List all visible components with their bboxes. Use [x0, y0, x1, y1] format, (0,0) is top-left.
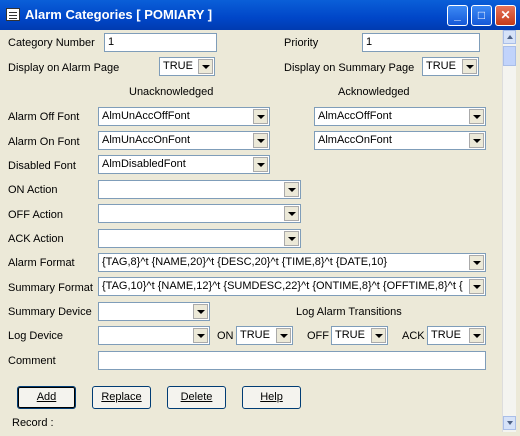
display-alarm-page-label: Display on Alarm Page — [8, 62, 120, 74]
scroll-up-icon[interactable] — [503, 30, 516, 44]
unacknowledged-header: Unacknowledged — [129, 86, 214, 98]
app-icon — [6, 8, 20, 21]
help-button[interactable]: Help — [242, 386, 301, 409]
log-device-select[interactable] — [98, 326, 210, 345]
chevron-down-icon[interactable] — [198, 59, 213, 74]
chevron-down-icon[interactable] — [371, 328, 386, 343]
chevron-down-icon[interactable] — [253, 133, 268, 148]
log-device-label: Log Device — [8, 330, 64, 342]
alarm-off-font-ack-select[interactable]: AlmAccOffFont — [314, 107, 486, 126]
chevron-down-icon[interactable] — [284, 231, 299, 246]
replace-button[interactable]: Replace — [92, 386, 151, 409]
chevron-down-icon[interactable] — [469, 279, 484, 294]
comment-input[interactable] — [98, 351, 486, 370]
log-alarm-transitions-header: Log Alarm Transitions — [296, 306, 402, 318]
alarm-format-label: Alarm Format — [8, 257, 75, 269]
window-title: Alarm Categories [ POMIARY ] — [25, 7, 213, 22]
category-number-input[interactable]: 1 — [104, 33, 217, 52]
chevron-down-icon[interactable] — [284, 206, 299, 221]
alarm-on-font-ack-select[interactable]: AlmAccOnFont — [314, 131, 486, 150]
comment-label: Comment — [8, 355, 56, 367]
vertical-scrollbar[interactable] — [502, 30, 516, 432]
ack-action-label: ACK Action — [8, 233, 64, 245]
chevron-down-icon[interactable] — [193, 304, 208, 319]
on-action-select[interactable] — [98, 180, 301, 199]
alarm-off-font-label: Alarm Off Font — [8, 111, 80, 123]
alarm-off-font-unack-select[interactable]: AlmUnAccOffFont — [98, 107, 270, 126]
minimize-button[interactable]: _ — [447, 5, 468, 26]
display-alarm-page-select[interactable]: TRUE — [159, 57, 215, 76]
chevron-down-icon[interactable] — [284, 182, 299, 197]
summary-device-select[interactable] — [98, 302, 210, 321]
log-off-label: OFF — [307, 330, 329, 342]
priority-input[interactable]: 1 — [362, 33, 480, 52]
log-on-select[interactable]: TRUE — [236, 326, 293, 345]
record-status: Record : — [12, 417, 54, 429]
ack-action-select[interactable] — [98, 229, 301, 248]
acknowledged-header: Acknowledged — [338, 86, 410, 98]
scroll-down-icon[interactable] — [503, 416, 516, 430]
title-bar[interactable]: Alarm Categories [ POMIARY ] _ □ ✕ — [0, 0, 520, 30]
chevron-down-icon[interactable] — [253, 109, 268, 124]
summary-format-select[interactable]: {TAG,10}^t {NAME,12}^t {SUMDESC,22}^t {O… — [98, 277, 486, 296]
on-action-label: ON Action — [8, 184, 58, 196]
priority-label: Priority — [284, 37, 319, 49]
form-area: Category Number 1 Priority 1 Display on … — [4, 30, 516, 432]
alarm-on-font-label: Alarm On Font — [8, 136, 80, 148]
display-summary-page-select[interactable]: TRUE — [422, 57, 479, 76]
category-number-label: Category Number — [8, 37, 95, 49]
log-ack-select[interactable]: TRUE — [427, 326, 486, 345]
log-off-select[interactable]: TRUE — [331, 326, 388, 345]
chevron-down-icon[interactable] — [469, 109, 484, 124]
chevron-down-icon[interactable] — [276, 328, 291, 343]
chevron-down-icon[interactable] — [469, 328, 484, 343]
display-summary-page-label: Display on Summary Page — [284, 62, 415, 74]
alarm-on-font-unack-select[interactable]: AlmUnAccOnFont — [98, 131, 270, 150]
disabled-font-select[interactable]: AlmDisabledFont — [98, 155, 270, 174]
chevron-down-icon[interactable] — [469, 133, 484, 148]
log-on-label: ON — [217, 330, 234, 342]
chevron-down-icon[interactable] — [469, 255, 484, 270]
maximize-button[interactable]: □ — [471, 5, 492, 26]
log-ack-label: ACK — [402, 330, 425, 342]
off-action-label: OFF Action — [8, 209, 64, 221]
off-action-select[interactable] — [98, 204, 301, 223]
scroll-thumb[interactable] — [503, 46, 516, 66]
summary-format-label: Summary Format — [8, 282, 93, 294]
close-button[interactable]: ✕ — [495, 5, 516, 26]
chevron-down-icon[interactable] — [253, 157, 268, 172]
chevron-down-icon[interactable] — [193, 328, 208, 343]
add-button[interactable]: Add — [17, 386, 76, 409]
summary-device-label: Summary Device — [8, 306, 92, 318]
chevron-down-icon[interactable] — [462, 59, 477, 74]
alarm-format-select[interactable]: {TAG,8}^t {NAME,20}^t {DESC,20}^t {TIME,… — [98, 253, 486, 272]
disabled-font-label: Disabled Font — [8, 160, 76, 172]
delete-button[interactable]: Delete — [167, 386, 226, 409]
